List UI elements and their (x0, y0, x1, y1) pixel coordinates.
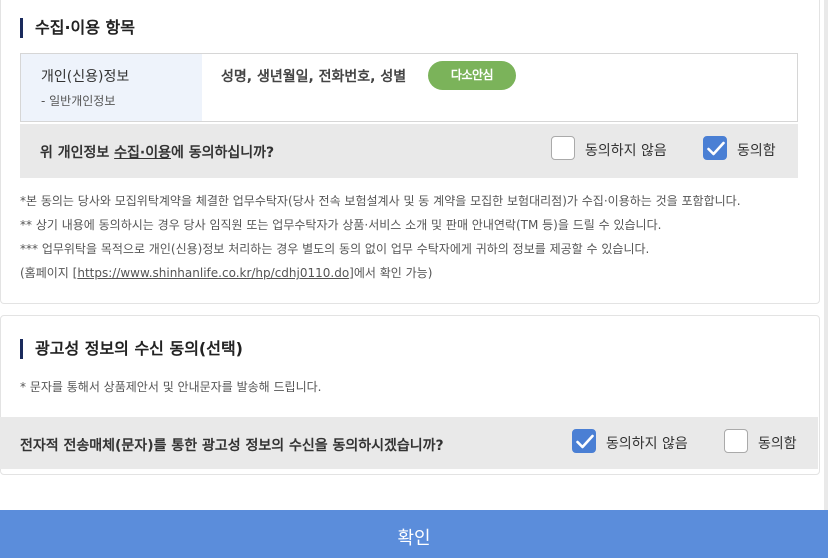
question-text-link: 수집·이용 (114, 145, 171, 161)
collection-notes: *본 동의는 당사와 모집위탁계약을 체결한 업무수탁자(당사 전속 보험설계사… (20, 189, 741, 285)
scrollbar[interactable] (824, 0, 828, 510)
disagree-label: 동의하지 않음 (606, 436, 688, 452)
safety-badge: 다소안심 (428, 61, 516, 90)
homepage-link[interactable]: https://www.shinhanlife.co.kr/hp/cdhj011… (77, 266, 349, 280)
note-line: *** 업무위탁을 목적으로 개인(신용)정보 처리하는 경우 별도의 동의 없… (20, 242, 650, 256)
checkbox-checked-icon[interactable] (703, 136, 727, 160)
collection-consent-question-bar: 위 개인정보 수집·이용에 동의하십니까? 동의하지 않음 동의함 (20, 124, 798, 178)
homepage-note: (홈페이지 [https://www.shinhanlife.co.kr/hp/… (20, 261, 741, 285)
marketing-note: * 문자를 통해서 상품제안서 및 안내문자를 발송해 드립니다. (20, 380, 322, 394)
disagree-label: 동의하지 않음 (585, 143, 667, 159)
marketing-question-text: 전자적 전송매체(문자)를 통한 광고성 정보의 수신을 동의하시겠습니까? (20, 438, 444, 454)
homepage-pre: (홈페이지 [ (20, 266, 78, 280)
collection-items-table: 개인(신용)정보 - 일반개인정보 성명, 생년월일, 전화번호, 성별 다소안… (20, 53, 798, 122)
info-sublabel: - 일반개인정보 (41, 94, 116, 108)
note-line: *본 동의는 당사와 모집위탁계약을 체결한 업무수탁자(당사 전속 보험설계사… (20, 194, 741, 208)
confirm-button[interactable]: 확인 (0, 510, 828, 558)
collected-items-text: 성명, 생년월일, 전화번호, 성별 (221, 69, 407, 85)
checkbox-checked-icon[interactable] (572, 429, 596, 453)
marketing-consent-question-bar: 전자적 전송매체(문자)를 통한 광고성 정보의 수신을 동의하시겠습니까? 동… (0, 417, 818, 469)
section-title-marketing: 광고성 정보의 수신 동의(선택) (20, 339, 243, 359)
info-label: 개인(신용)정보 (41, 69, 130, 85)
checkbox-unchecked-icon[interactable] (724, 429, 748, 453)
question-text-pre: 위 개인정보 (40, 145, 115, 161)
agree-label: 동의함 (758, 436, 797, 452)
agree-label: 동의함 (737, 143, 776, 159)
note-line: ** 상기 내용에 동의하시는 경우 당사 임직원 또는 업무수탁자가 상품·서… (20, 218, 662, 232)
info-label-cell: 개인(신용)정보 - 일반개인정보 (21, 54, 202, 121)
collection-question-text: 위 개인정보 수집·이용에 동의하십니까? (40, 142, 274, 162)
homepage-post: ]에서 확인 가능) (349, 266, 433, 280)
checkbox-unchecked-icon[interactable] (551, 136, 575, 160)
section-title-collection: 수집·이용 항목 (20, 18, 135, 38)
question-text-post: 에 동의하십니까? (171, 145, 275, 161)
